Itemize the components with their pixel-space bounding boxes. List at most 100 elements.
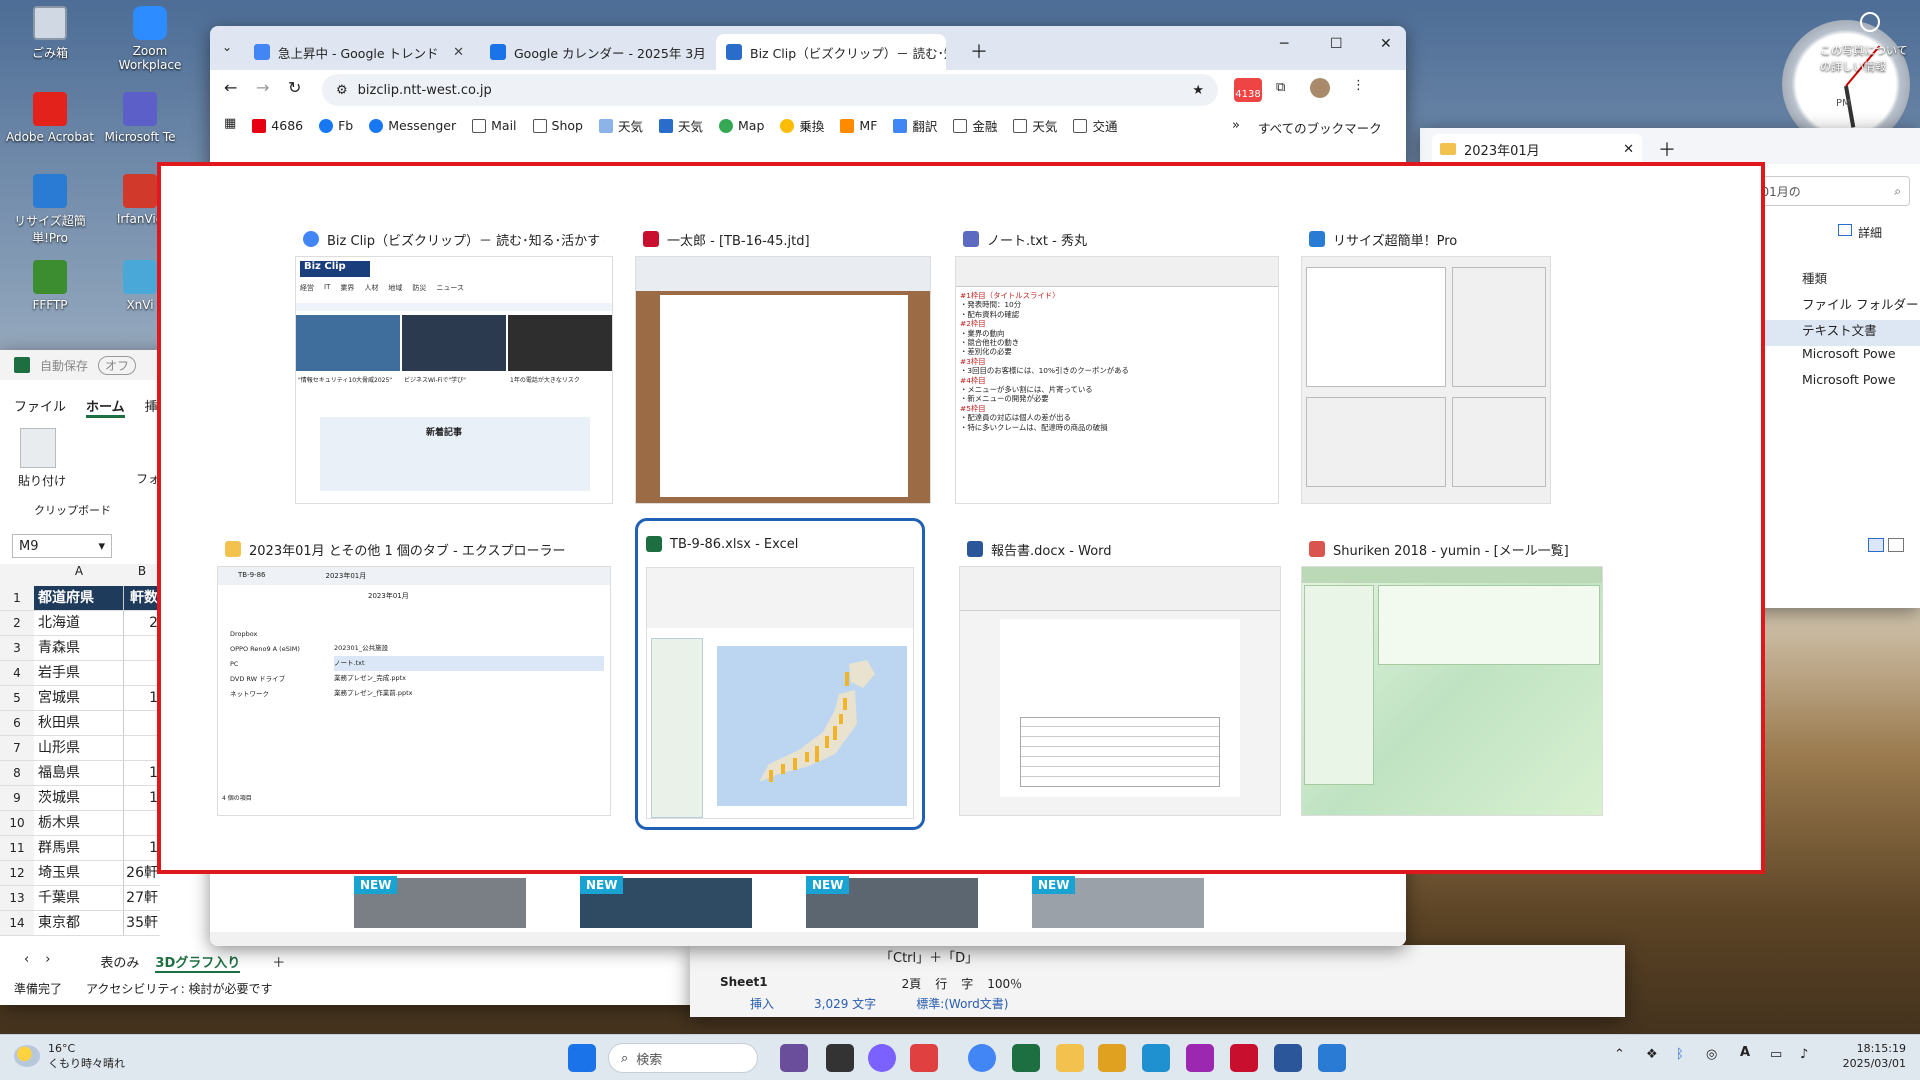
- bookmark-star-icon[interactable]: ★: [1192, 83, 1204, 98]
- cell-prefecture[interactable]: 宮城県: [34, 686, 124, 710]
- explorer-taskbar-icon[interactable]: [1056, 1044, 1084, 1072]
- row-header[interactable]: 13: [0, 886, 34, 910]
- switcher-card-excel-selected[interactable]: TB-9-86.xlsx - Excel: [635, 518, 925, 830]
- sheet-scroll-left[interactable]: ‹: [24, 952, 29, 973]
- photo-info-link[interactable]: この写真についての詳しい情報: [1820, 42, 1912, 74]
- new-tab-icon[interactable]: ＋: [1658, 136, 1676, 162]
- cell-count[interactable]: [124, 636, 160, 660]
- article-thumb[interactable]: NEW: [580, 876, 752, 928]
- table-row[interactable]: 4 岩手県: [0, 661, 160, 686]
- cell-prefecture[interactable]: 秋田県: [34, 711, 124, 735]
- paste-button[interactable]: 貼り付け: [18, 472, 66, 489]
- sheet-tab-table-only[interactable]: 表のみ: [100, 952, 139, 973]
- weather-widget[interactable]: 16°C くもり時々晴れ: [48, 1041, 125, 1071]
- row-header[interactable]: 11: [0, 836, 34, 860]
- switcher-card-ichitaro[interactable]: 一太郎 - [TB-16-45.jtd]: [635, 220, 931, 504]
- taskbar-app-icon[interactable]: [1142, 1044, 1170, 1072]
- forward-icon[interactable]: →: [256, 78, 269, 97]
- all-bookmarks-folder[interactable]: すべてのブックマーク: [1258, 118, 1382, 137]
- switcher-card-shuriken[interactable]: Shuriken 2018 - yumin - [メール一覧]: [1301, 530, 1603, 816]
- desktop-icon-acrobat[interactable]: Adobe Acrobat: [2, 92, 98, 144]
- show-hidden-icons[interactable]: ⌃: [1614, 1047, 1625, 1062]
- bookmark-item[interactable]: 天気: [598, 116, 643, 135]
- switcher-card-explorer[interactable]: 2023年01月 とその他 1 個のタブ - エクスプローラー TB-9-86 2…: [217, 530, 611, 816]
- row-header[interactable]: 6: [0, 711, 34, 735]
- row-header[interactable]: 3: [0, 636, 34, 660]
- new-tab-icon[interactable]: ＋: [970, 38, 988, 64]
- paste-icon[interactable]: [20, 428, 56, 468]
- name-box[interactable]: M9 ▾: [12, 534, 112, 558]
- row-header[interactable]: 4: [0, 661, 34, 685]
- cell-count[interactable]: 1: [124, 686, 160, 710]
- camera-icon[interactable]: [1860, 12, 1880, 32]
- word-sheet-tab[interactable]: Sheet1: [720, 975, 768, 992]
- weather-icon[interactable]: [14, 1045, 40, 1067]
- profile-avatar[interactable]: [1310, 78, 1330, 98]
- row-header[interactable]: 1: [0, 586, 34, 610]
- cell-count[interactable]: [124, 711, 160, 735]
- row-header[interactable]: 10: [0, 811, 34, 835]
- row-header[interactable]: 14: [0, 911, 34, 935]
- chrome-tab-bizclip[interactable]: Biz Clip（ビズクリップ）－ 読む･知る･活かす✕: [716, 34, 946, 70]
- desktop-icon-resize[interactable]: リサイズ超簡単!Pro: [2, 174, 98, 246]
- chrome-tab-trends[interactable]: 急上昇中 - Google トレンド ✕: [244, 34, 474, 70]
- cell-count[interactable]: 27軒: [124, 886, 160, 910]
- word-taskbar-icon[interactable]: [1274, 1044, 1302, 1072]
- table-row[interactable]: 10 栃木県: [0, 811, 160, 836]
- column-header-b[interactable]: B: [124, 564, 160, 586]
- desktop-icon-ffftp[interactable]: FFFTP: [2, 260, 98, 312]
- cell-count[interactable]: 1: [124, 836, 160, 860]
- tab-search-icon[interactable]: ⌄: [222, 40, 232, 54]
- apps-icon[interactable]: ▦: [224, 116, 236, 135]
- cell-prefecture[interactable]: 福島県: [34, 761, 124, 785]
- cell-prefecture[interactable]: 都道府県: [34, 586, 124, 610]
- close-icon[interactable]: ✕: [1623, 142, 1634, 157]
- cell-prefecture[interactable]: 青森県: [34, 636, 124, 660]
- taskbar-app-icon[interactable]: [780, 1044, 808, 1072]
- tiles-layout-icon[interactable]: [1888, 538, 1904, 552]
- bookmark-folder[interactable]: 金融: [953, 116, 997, 135]
- maximize-icon[interactable]: ☐: [1330, 36, 1343, 52]
- dropbox-icon[interactable]: ❖: [1646, 1047, 1658, 1062]
- cell-prefecture[interactable]: 群馬県: [34, 836, 124, 860]
- cell-prefecture[interactable]: 岩手県: [34, 661, 124, 685]
- bookmark-item[interactable]: Map: [719, 116, 764, 135]
- cell-count[interactable]: 1: [124, 761, 160, 785]
- bookmark-item[interactable]: Messenger: [369, 116, 456, 135]
- table-row[interactable]: 11 群馬県 1: [0, 836, 160, 861]
- minimize-icon[interactable]: ─: [1280, 36, 1288, 52]
- table-row[interactable]: 1 都道府県 軒数: [0, 586, 160, 611]
- cell-count[interactable]: 35軒: [124, 911, 160, 935]
- bookmark-folder[interactable]: 交通: [1073, 116, 1117, 135]
- tray-app-icon[interactable]: ◎: [1706, 1047, 1717, 1062]
- table-row[interactable]: 9 茨城県 1: [0, 786, 160, 811]
- copilot-icon[interactable]: [868, 1044, 896, 1072]
- table-row[interactable]: 12 埼玉県 26軒: [0, 861, 160, 886]
- ichitaro-taskbar-icon[interactable]: [1230, 1044, 1258, 1072]
- bookmark-folder[interactable]: 天気: [1013, 116, 1057, 135]
- bookmark-item[interactable]: MF: [840, 116, 877, 135]
- resize-taskbar-icon[interactable]: [1318, 1044, 1346, 1072]
- word-window-bg[interactable]: 「Ctrl」＋「D」 Sheet1 2頁 行 字 100％ 挿入 3,029 文…: [690, 945, 1625, 1017]
- table-row[interactable]: 6 秋田県: [0, 711, 160, 736]
- explorer-tab-title[interactable]: 2023年01月: [1464, 140, 1540, 159]
- accessibility-status[interactable]: アクセシビリティ: 検討が必要です: [86, 980, 273, 997]
- bookmark-folder[interactable]: Mail: [472, 116, 517, 135]
- taskbar-app-icon[interactable]: [910, 1044, 938, 1072]
- ribbon-tab-home[interactable]: ホーム: [86, 396, 125, 418]
- bookmark-folder[interactable]: Shop: [532, 116, 583, 135]
- menu-icon[interactable]: ⋮: [1352, 78, 1365, 93]
- bluetooth-icon[interactable]: ᛒ: [1676, 1047, 1684, 1062]
- cell-count[interactable]: 2: [124, 611, 160, 635]
- article-thumb[interactable]: NEW: [1032, 876, 1204, 928]
- cell-prefecture[interactable]: 東京都: [34, 911, 124, 935]
- cell-prefecture[interactable]: 山形県: [34, 736, 124, 760]
- cell-count[interactable]: 1: [124, 786, 160, 810]
- cell-prefecture[interactable]: 千葉県: [34, 886, 124, 910]
- shuriken-taskbar-icon[interactable]: [1098, 1044, 1126, 1072]
- taskbar-clock[interactable]: 18:15:19 2025/03/01: [1836, 1041, 1906, 1071]
- row-header[interactable]: 7: [0, 736, 34, 760]
- row-header[interactable]: 2: [0, 611, 34, 635]
- switcher-card-word[interactable]: 報告書.docx - Word: [959, 530, 1281, 816]
- cell-count[interactable]: 軒数: [124, 586, 160, 610]
